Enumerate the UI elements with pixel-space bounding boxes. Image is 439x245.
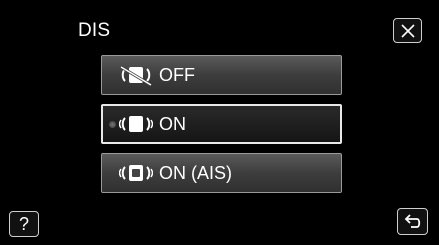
dis-option-label: ON: [159, 113, 186, 134]
back-button[interactable]: [397, 208, 428, 235]
help-label: ?: [18, 214, 29, 234]
stabilizer-ais-icon: [119, 165, 153, 181]
dis-option-on[interactable]: ON: [101, 104, 342, 144]
stabilizer-on-icon: [119, 116, 153, 132]
selected-indicator: [109, 121, 116, 128]
dis-option-label: OFF: [159, 64, 195, 85]
close-button[interactable]: [393, 18, 422, 43]
stabilizer-off-icon: [120, 65, 152, 87]
dis-option-on-ais[interactable]: ON (AIS): [101, 153, 342, 193]
dis-option-label: ON (AIS): [159, 162, 233, 183]
dis-option-off[interactable]: OFF: [101, 55, 342, 95]
return-icon: [404, 213, 420, 228]
help-button[interactable]: ?: [9, 211, 39, 237]
page-title: DIS: [78, 20, 111, 41]
close-icon: [400, 23, 415, 38]
